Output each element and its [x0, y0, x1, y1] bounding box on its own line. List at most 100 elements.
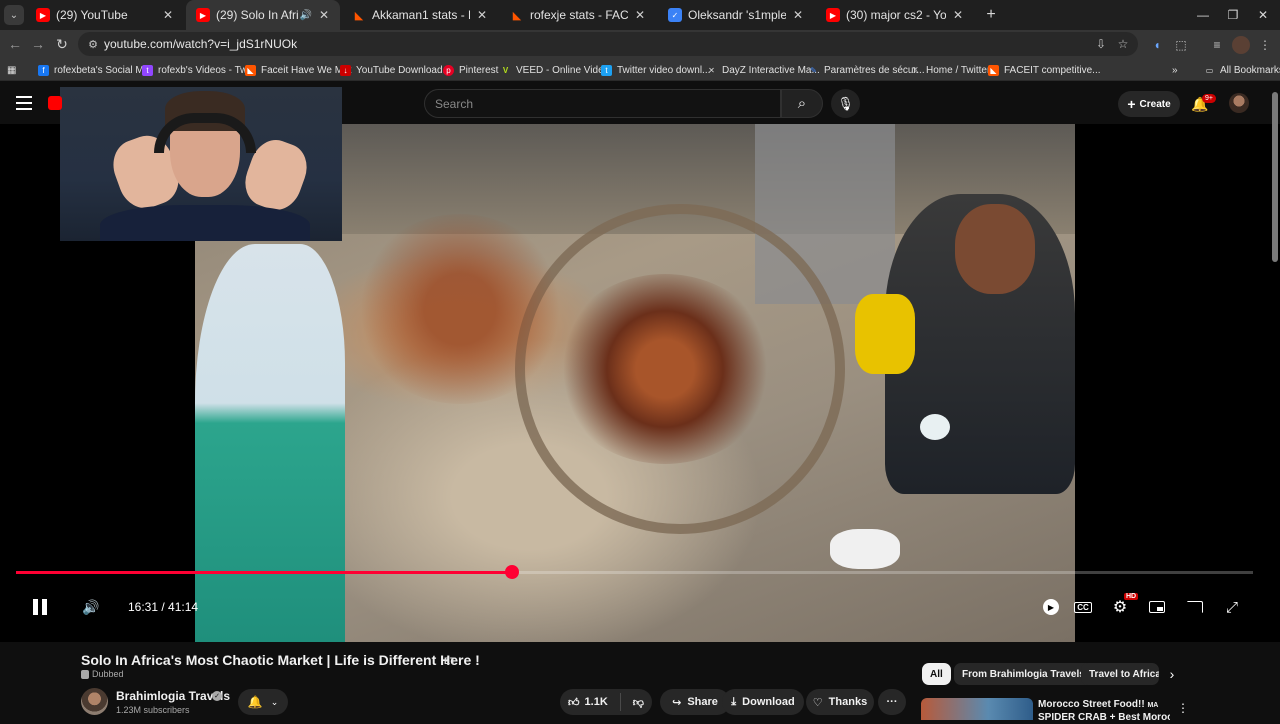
more-actions-button[interactable]: ···	[878, 689, 906, 715]
chrome-menu-icon[interactable]: ⋮	[1256, 36, 1274, 54]
address-bar[interactable]: ⚙ youtube.com/watch?v=i_jdS1rNUOk ⇩ ☆	[78, 32, 1138, 56]
tab-title: (29) YouTube	[56, 8, 128, 22]
thumbs-down-icon: 👎︎	[632, 696, 644, 709]
extension-icon[interactable]: ◖	[1148, 36, 1166, 54]
chip-from-channel[interactable]: From Brahimlogia Travels	[954, 663, 1093, 685]
profile-avatar-icon[interactable]	[1232, 36, 1250, 54]
volume-icon[interactable]: 🔊	[80, 596, 102, 618]
progress-scrubber[interactable]	[505, 565, 520, 579]
youtube-icon: ▶	[196, 8, 210, 22]
all-bookmarks[interactable]: ▭ All Bookmarks	[1204, 63, 1280, 77]
title-suffix: ET	[444, 656, 456, 666]
tab-faceit-rofexje[interactable]: ◣ rofexje stats - FACEIT.com ✕	[500, 0, 656, 30]
progress-fill	[16, 571, 513, 574]
search-button[interactable]: ⌕	[781, 89, 823, 118]
reading-list-icon[interactable]: ≡	[1208, 36, 1226, 54]
chevron-down-icon: ⌄	[270, 696, 279, 707]
thanks-heart-icon: ♡	[812, 696, 823, 709]
twitch-icon: t	[142, 64, 153, 76]
bookmark-item[interactable]: t Twitter video downl...	[601, 63, 710, 77]
chip-all[interactable]: All	[922, 663, 951, 685]
tab-youtube-major-cs2[interactable]: ▶ (30) major cs2 - YouTube ✕	[816, 0, 974, 30]
captions-icon[interactable]: CC	[1074, 596, 1092, 618]
hd-badge: HD	[1124, 593, 1139, 600]
video-title: Solo In Africa's Most Chaotic Market | L…	[81, 652, 480, 668]
recommended-video-thumbnail[interactable]	[921, 698, 1033, 720]
chip-travel-to-africa[interactable]: Travel to Africa	[1081, 663, 1159, 685]
dayz-icon: ✕	[708, 65, 715, 75]
tab-title: rofexje stats - FACEIT.com	[530, 8, 628, 22]
like-button[interactable]: 👍︎ 1.1K	[568, 696, 608, 709]
subscription-bell-button[interactable]: 🔔 ⌄	[238, 689, 288, 715]
miniplayer-icon[interactable]	[1148, 596, 1166, 618]
chevron-right-icon[interactable]: ›	[1163, 665, 1181, 683]
close-tab-icon[interactable]: ✕	[632, 7, 648, 23]
twitter-icon: t	[601, 64, 612, 76]
recommended-video-title[interactable]: Morocco Street Food!! MA SPIDER CRAB + B…	[1038, 699, 1170, 724]
bell-icon: 🔔	[247, 695, 263, 709]
youtube-logo-icon[interactable]	[48, 96, 62, 110]
channel-avatar[interactable]	[81, 688, 108, 715]
bookmark-item[interactable]: t rofexb's Videos - Tw...	[142, 63, 255, 77]
reload-icon[interactable]: ↻	[51, 33, 73, 55]
account-avatar[interactable]	[1229, 93, 1249, 113]
tab-current-video[interactable]: ▶ (29) Solo In Africa's Most C 🔊 ✕	[186, 0, 340, 30]
search-input[interactable]: Search	[424, 89, 781, 118]
voice-search-button[interactable]: 🎙	[831, 89, 860, 118]
close-tab-icon[interactable]: ✕	[950, 7, 966, 23]
restore-icon[interactable]: ❐	[1218, 4, 1248, 26]
bookmark-item[interactable]: ✕ DayZ Interactive Ma...	[706, 63, 820, 77]
close-tab-icon[interactable]: ✕	[316, 7, 332, 23]
close-window-icon[interactable]: ✕	[1248, 4, 1278, 26]
verified-check-icon: ✓	[212, 691, 222, 701]
facebook-icon: f	[38, 64, 49, 76]
cast-icon[interactable]	[1186, 596, 1204, 618]
bookmark-item[interactable]: V VEED - Online Vide...	[500, 63, 612, 77]
speaker-icon[interactable]: 🔊	[300, 10, 312, 21]
autoplay-toggle-icon[interactable]: ▶	[1042, 596, 1060, 618]
faceit-icon: ◣	[354, 9, 364, 22]
download-icon: ↓	[340, 64, 351, 76]
bookmark-item[interactable]: ◣ Faceit Have We Met	[245, 63, 351, 77]
share-button[interactable]: ↪ Share	[660, 689, 730, 715]
bookmark-item[interactable]: p Pinterest	[443, 63, 498, 77]
dubbed-label: Dubbed	[81, 669, 124, 679]
forward-icon[interactable]: →	[27, 33, 49, 55]
download-button[interactable]: ⤓ Download	[722, 689, 804, 715]
close-tab-icon[interactable]: ✕	[160, 7, 176, 23]
search-icon: ⌕	[797, 95, 807, 112]
pinterest-icon: p	[443, 64, 454, 76]
progress-bar[interactable]	[16, 565, 1253, 579]
tab-faceit-akkaman[interactable]: ◣ Akkaman1 stats - FACEIT.com ✕	[342, 0, 498, 30]
kebab-menu-icon[interactable]: ⋮	[1177, 700, 1189, 716]
bookmarks-overflow-icon[interactable]: »	[1172, 63, 1178, 77]
bookmark-item[interactable]: ◣ FACEIT competitive...	[988, 63, 1101, 77]
browser-tab-strip: ⌄ ▶ (29) YouTube ✕ ▶ (29) Solo In Africa…	[0, 0, 1280, 30]
new-tab-button[interactable]: +	[976, 4, 1006, 26]
back-icon[interactable]: ←	[4, 33, 26, 55]
install-app-icon[interactable]: ⇩	[1094, 37, 1108, 51]
browser-toolbar: ← → ↻ ⚙ youtube.com/watch?v=i_jdS1rNUOk …	[0, 30, 1280, 59]
tab-hltv-s1mple[interactable]: ✓ Oleksandr 's1mple' Kostyliev's C ✕	[658, 0, 814, 30]
tab-search-icon[interactable]: ⌄	[4, 5, 24, 25]
bookmark-star-icon[interactable]: ☆	[1116, 37, 1130, 51]
bookmark-item[interactable]: 𝕏 Home / Twitter	[910, 63, 990, 77]
close-tab-icon[interactable]: ✕	[790, 7, 806, 23]
apps-grid-icon[interactable]: ▦	[7, 63, 16, 77]
extensions-puzzle-icon[interactable]: ⬚	[1172, 36, 1190, 54]
fullscreen-icon[interactable]: ⤢	[1223, 596, 1241, 618]
close-tab-icon[interactable]: ✕	[474, 7, 490, 23]
pause-button[interactable]	[30, 596, 50, 618]
tab-youtube-home[interactable]: ▶ (29) YouTube ✕	[26, 0, 184, 30]
page-scrollbar[interactable]	[1272, 92, 1278, 262]
bookmark-item[interactable]: ✎ Paramètres de sécur...	[808, 63, 924, 77]
thanks-button[interactable]: ♡ Thanks	[806, 689, 874, 715]
create-button[interactable]: + Create	[1118, 91, 1180, 117]
bookmark-item[interactable]: f rofexbeta's Social M...	[38, 63, 152, 77]
minimize-icon[interactable]: —	[1188, 4, 1218, 26]
dislike-button[interactable]: 👎︎	[633, 696, 644, 709]
bookmark-item[interactable]: ↓ YouTube Download...	[340, 63, 451, 77]
site-info-icon[interactable]: ⚙	[86, 37, 100, 51]
menu-hamburger-icon[interactable]	[16, 96, 32, 110]
share-arrow-icon: ↪	[672, 696, 682, 709]
